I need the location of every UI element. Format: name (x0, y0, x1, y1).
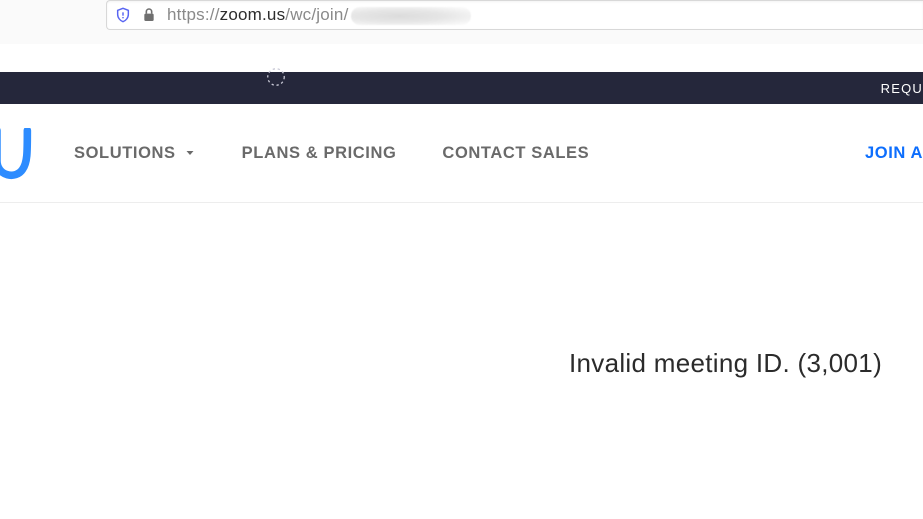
request-demo-link[interactable]: REQU (881, 81, 923, 96)
nav-right: JOIN A (865, 104, 923, 202)
nav-links: SOLUTIONS PLANS & PRICING CONTACT SALES (74, 144, 589, 163)
utility-bar: REQU (0, 72, 923, 104)
url-scheme: https:// (167, 5, 220, 24)
nav-contact-label: CONTACT SALES (442, 144, 589, 163)
main-nav: SOLUTIONS PLANS & PRICING CONTACT SALES … (0, 104, 923, 203)
error-message: Invalid meeting ID. (3,001) (569, 348, 882, 379)
nav-solutions[interactable]: SOLUTIONS (74, 144, 196, 163)
nav-contact-sales[interactable]: CONTACT SALES (442, 144, 589, 163)
content-area: Invalid meeting ID. (3,001) (0, 203, 923, 518)
url-path: /wc/join/ (285, 5, 348, 24)
address-bar[interactable]: https://zoom.us/wc/join/ (106, 0, 923, 30)
url-host: zoom.us (220, 5, 286, 24)
zoom-logo-fragment (0, 128, 34, 186)
join-meeting-link[interactable]: JOIN A (865, 144, 923, 163)
nav-solutions-label: SOLUTIONS (74, 144, 176, 163)
lock-icon (141, 7, 157, 23)
url-redacted (351, 7, 471, 25)
browser-chrome: https://zoom.us/wc/join/ (0, 0, 923, 44)
nav-plans-label: PLANS & PRICING (242, 144, 397, 163)
chevron-down-icon (184, 147, 196, 159)
shield-icon (115, 7, 131, 23)
url-text: https://zoom.us/wc/join/ (167, 0, 471, 30)
selection-marquee-icon (265, 66, 287, 88)
nav-plans-pricing[interactable]: PLANS & PRICING (242, 144, 397, 163)
